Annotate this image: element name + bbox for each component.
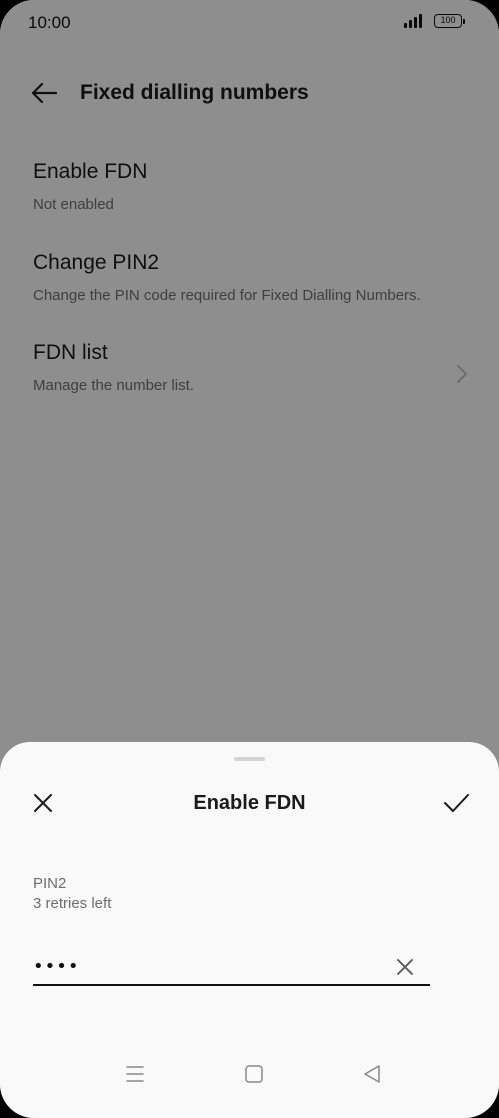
phone-screen: 10:00 100 Fixed dialling numbers Enable … [0,0,499,1118]
pin2-label: PIN2 [33,875,67,892]
sheet-grabber[interactable] [234,757,265,761]
navigation-bar [0,1052,499,1118]
home-icon[interactable] [244,1064,264,1084]
pin2-field [33,950,430,986]
triangle-back-icon[interactable] [362,1064,382,1084]
retries-left-hint: 3 retries left [33,895,112,912]
clear-icon[interactable] [394,956,416,978]
check-icon[interactable] [441,790,471,816]
enable-fdn-sheet: Enable FDN PIN2 3 retries left [0,742,499,1118]
menu-icon[interactable] [125,1064,145,1084]
sheet-title: Enable FDN [193,792,306,814]
pin2-input[interactable] [33,950,373,982]
